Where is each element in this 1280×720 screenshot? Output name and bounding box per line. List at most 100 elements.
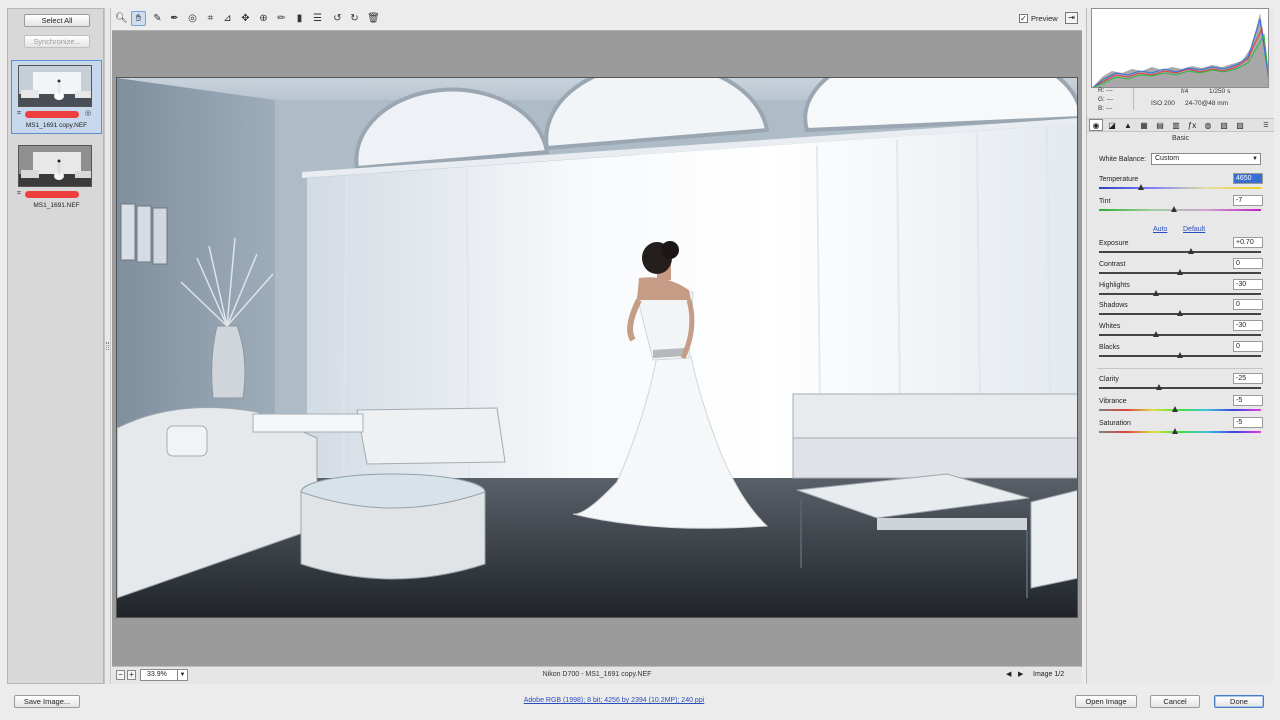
rotate-left-icon[interactable]: ↺ [330, 11, 345, 26]
tint-input[interactable]: -7 [1233, 195, 1263, 206]
filmstrip-splitter[interactable] [104, 8, 111, 684]
effects-tab-icon[interactable]: ƒx [1185, 119, 1199, 131]
hsl-tab-icon[interactable]: ▦ [1137, 119, 1151, 131]
camera-calibration-tab-icon[interactable]: ◍ [1201, 119, 1215, 131]
slider-track[interactable] [1099, 209, 1261, 211]
slider-track[interactable] [1099, 251, 1261, 253]
slider-thumb[interactable] [1188, 248, 1195, 254]
synchronize-button[interactable]: Synchronize... [24, 35, 90, 48]
hand-tool-icon[interactable]: ✋︎ [131, 11, 146, 26]
clarity-input[interactable]: -25 [1233, 373, 1263, 384]
slider-thumb[interactable] [1152, 331, 1159, 337]
crop-badge-icon: ⌗ [17, 190, 21, 197]
lens-value: 24-70@48 mm [1185, 100, 1229, 107]
cancel-button[interactable]: Cancel [1150, 695, 1200, 708]
saturation-slider[interactable]: Saturation -5 [1099, 417, 1263, 440]
divider [1097, 368, 1263, 369]
slider-thumb[interactable] [1138, 184, 1145, 190]
image-preview-area[interactable] [112, 30, 1082, 666]
open-image-button[interactable]: Open Image [1075, 695, 1137, 708]
slider-label: Clarity [1099, 376, 1119, 383]
radial-filter-icon[interactable]: ☰ [310, 11, 325, 26]
preview-photo [116, 77, 1078, 618]
whites-input[interactable]: -30 [1233, 320, 1263, 331]
previous-image-icon[interactable]: ◀ [1006, 670, 1011, 678]
targeted-adjustment-tool-icon[interactable]: ◎ [185, 11, 200, 26]
histogram [1091, 8, 1269, 88]
tone-curve-tab-icon[interactable]: ◪ [1105, 119, 1119, 131]
slider-track[interactable] [1099, 293, 1261, 295]
exposure-input[interactable]: +0.70 [1233, 237, 1263, 248]
slider-label: Vibrance [1099, 398, 1127, 405]
red-eye-tool-icon[interactable]: ⊕ [256, 11, 271, 26]
filmstrip-item[interactable]: ⌗ MS1_1691.NEF [11, 140, 102, 214]
color-sampler-tool-icon[interactable]: ✒ [167, 11, 182, 26]
saturation-input[interactable]: -5 [1233, 417, 1263, 428]
fullscreen-toggle-icon[interactable]: ⇥ [1065, 12, 1078, 24]
shadows-slider[interactable]: Shadows 0 [1099, 299, 1263, 322]
filmstrip-panel: Select All Synchronize... ⌗ ◎ MS1_1691 c… [7, 8, 104, 684]
blacks-slider[interactable]: Blacks 0 [1099, 341, 1263, 364]
contrast-slider[interactable]: Contrast 0 [1099, 258, 1263, 281]
slider-label: Highlights [1099, 282, 1130, 289]
contrast-input[interactable]: 0 [1233, 258, 1263, 269]
slider-track[interactable] [1099, 431, 1261, 433]
workflow-options-link[interactable]: Adobe RGB (1998); 8 bit; 4256 by 2394 (1… [0, 697, 1228, 704]
highlights-input[interactable]: -30 [1233, 279, 1263, 290]
white-balance-select[interactable]: Custom ▼ [1151, 153, 1261, 165]
slider-label: Exposure [1099, 240, 1129, 247]
slider-label: Saturation [1099, 420, 1131, 427]
straighten-tool-icon[interactable]: ⊿ [220, 11, 235, 26]
trash-icon[interactable]: 🗑︎ [366, 11, 381, 26]
select-all-button[interactable]: Select All [24, 14, 90, 27]
detail-tab-icon[interactable]: ▲ [1121, 119, 1135, 131]
snapshots-tab-icon[interactable]: ▨ [1233, 119, 1247, 131]
done-button[interactable]: Done [1214, 695, 1264, 708]
default-link[interactable]: Default [1183, 226, 1205, 233]
temperature-input[interactable]: 4650 [1233, 173, 1263, 184]
slider-track[interactable] [1099, 409, 1261, 411]
slider-thumb[interactable] [1177, 269, 1183, 275]
spot-removal-tool-icon[interactable]: ✥ [238, 11, 253, 26]
tint-slider[interactable]: Tint -7 [1099, 195, 1263, 218]
panel-menu-icon[interactable]: ☰ [1259, 119, 1273, 131]
whites-slider[interactable]: Whites -30 [1099, 320, 1263, 343]
thumbnail-image [18, 145, 92, 187]
graduated-filter-icon[interactable]: ▮ [292, 11, 307, 26]
vibrance-slider[interactable]: Vibrance -5 [1099, 395, 1263, 418]
slider-thumb[interactable] [1177, 352, 1183, 358]
lens-corrections-tab-icon[interactable]: ▥ [1169, 119, 1183, 131]
white-balance-tool-icon[interactable]: ✎ [150, 11, 165, 26]
crop-tool-icon[interactable]: ⌗ [203, 11, 218, 26]
slider-track[interactable] [1099, 334, 1261, 336]
vibrance-input[interactable]: -5 [1233, 395, 1263, 406]
auto-link[interactable]: Auto [1153, 226, 1167, 233]
tool-bar: 🔍︎ ✋︎ ✎ ✒ ◎ ⌗ ⊿ ✥ ⊕ ✏ ▮ ☰ ↺ ↻ 🗑︎ ✓ Previ… [112, 8, 1082, 30]
temperature-slider[interactable]: Temperature 4650 [1099, 173, 1263, 196]
clarity-slider[interactable]: Clarity -25 [1099, 373, 1263, 396]
slider-thumb[interactable] [1177, 310, 1183, 316]
slider-thumb[interactable] [1172, 428, 1179, 434]
basic-tab-icon[interactable]: ◉ [1089, 119, 1103, 131]
slider-thumb[interactable] [1155, 384, 1162, 390]
slider-thumb[interactable] [1170, 206, 1177, 212]
preview-checkbox[interactable]: ✓ [1019, 14, 1028, 23]
slider-thumb[interactable] [1172, 406, 1179, 412]
exposure-slider[interactable]: Exposure +0.70 [1099, 237, 1263, 260]
adjustment-brush-icon[interactable]: ✏ [274, 11, 289, 26]
zoom-tool-icon[interactable]: 🔍︎ [114, 11, 129, 26]
filmstrip-item[interactable]: ⌗ ◎ MS1_1691 copy.NEF [11, 60, 102, 134]
presets-tab-icon[interactable]: ▧ [1217, 119, 1231, 131]
crop-badge-icon: ⌗ [17, 110, 21, 117]
rotate-right-icon[interactable]: ↻ [347, 11, 362, 26]
next-image-icon[interactable]: ▶ [1018, 670, 1023, 678]
shadows-input[interactable]: 0 [1233, 299, 1263, 310]
rgb-readout: R: --- G: --- B: --- [1098, 86, 1113, 113]
slider-track[interactable] [1099, 187, 1261, 189]
slider-track[interactable] [1099, 387, 1261, 389]
rgb-readout-g: G: --- [1098, 96, 1114, 103]
rgb-readout-b: B: --- [1098, 105, 1113, 112]
slider-thumb[interactable] [1152, 290, 1159, 296]
split-toning-tab-icon[interactable]: ▤ [1153, 119, 1167, 131]
blacks-input[interactable]: 0 [1233, 341, 1263, 352]
